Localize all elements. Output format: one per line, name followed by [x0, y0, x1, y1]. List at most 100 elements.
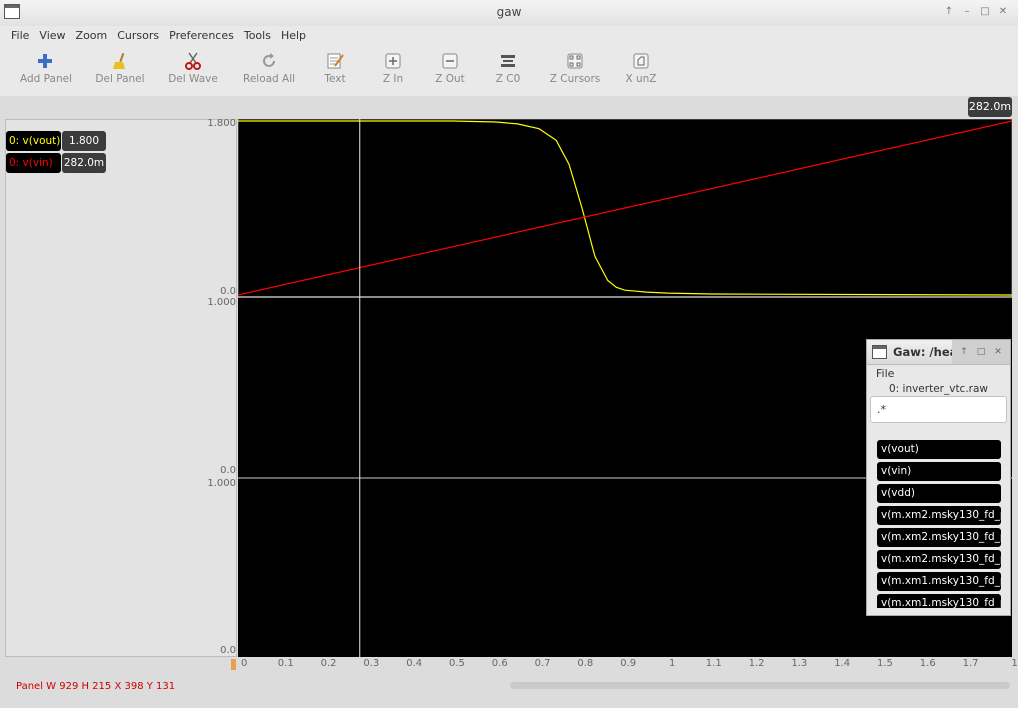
zoom-out-label: Z Out — [435, 73, 465, 85]
wave-value-vin: 282.0m — [62, 153, 106, 173]
minimize-icon[interactable]: – — [959, 5, 975, 19]
scissors-icon — [185, 52, 201, 70]
signal-item[interactable]: v(m.xm2.msky130_fd_pr — [877, 506, 1001, 525]
maximize-icon[interactable]: □ — [977, 5, 993, 19]
x-tick-label: 0.4 — [406, 658, 423, 669]
close-icon[interactable]: ✕ — [995, 5, 1011, 19]
signal-item[interactable]: v(m.xm2.msky130_fd_pr — [877, 528, 1001, 547]
zoom-in-label: Z In — [382, 73, 404, 85]
x-tick-label: 0.8 — [577, 658, 594, 669]
menu-cursors[interactable]: Cursors — [112, 26, 164, 46]
zoom-cursors-label: Z Cursors — [549, 73, 601, 85]
reload-icon — [263, 53, 275, 67]
x-tick-label: 1 — [669, 658, 676, 669]
x-tick-label: 0.7 — [534, 658, 551, 669]
x-tick-label: 1.4 — [834, 658, 851, 669]
subwindow-controls: ↑ □ ✕ — [952, 340, 1010, 364]
zoom-in-icon — [385, 53, 401, 69]
subwindow-title-bar[interactable]: Gaw: /hea ↑ □ ✕ — [867, 340, 1010, 365]
panel2-ymin-label: 0.0 — [220, 465, 236, 476]
menu-bar: File View Zoom Cursors Preferences Tools Help — [0, 26, 1018, 46]
zoom-cursors-button[interactable]: Z Cursors — [548, 52, 602, 85]
signal-item[interactable]: v(m.xm1.msky130_fd_pr — [877, 572, 1001, 591]
plus-icon — [38, 54, 52, 68]
x-tick-label: 0 — [241, 658, 248, 669]
add-panel-label: Add Panel — [20, 73, 72, 85]
panel1-ymin-label: 0.0 — [220, 286, 236, 297]
x-tick-label: 0.6 — [491, 658, 508, 669]
menu-zoom[interactable]: Zoom — [71, 26, 113, 46]
series-line-vin — [237, 120, 1013, 296]
wave-list-panel: 0: v(vout) 1.800 0: v(vin) 282.0m — [5, 119, 237, 657]
subwindow-keep-above-icon[interactable]: ↑ — [958, 346, 970, 358]
series-layer — [237, 120, 1013, 296]
x-tick-label: 1.7 — [962, 658, 979, 669]
x-tick-label: 1.1 — [705, 658, 722, 669]
subwindow-menu-file[interactable]: File — [876, 367, 894, 380]
text-button[interactable]: Text — [315, 52, 355, 85]
zoom-out-button[interactable]: Z Out — [430, 52, 470, 85]
text-label: Text — [324, 73, 346, 85]
panel1-ymax-label: 1.800 — [207, 118, 236, 129]
x-axis: 0 0.1 0.2 0.3 0.4 0.5 0.6 0.7 0.8 0.9 1 1.1 1.2 1.3 1.… — [231, 658, 1018, 672]
menu-view[interactable]: View — [34, 26, 70, 46]
signal-list: v(vout) v(vin) v(vdd) v(m.xm2.msky130_fd… — [877, 440, 1001, 608]
toolbar: Add Panel Del Panel Del Wave Reload All … — [0, 46, 1018, 96]
signal-browser-window: Gaw: /hea ↑ □ ✕ File 0: inverter_vtc.raw… — [866, 339, 1011, 616]
status-text: Panel W 929 H 215 X 398 Y 131 — [16, 681, 176, 692]
x-tick-label: 1 — [1011, 658, 1018, 669]
menu-help[interactable]: Help — [276, 26, 311, 46]
zoom-in-button[interactable]: Z In — [373, 52, 413, 85]
x-tick-label: 1.6 — [919, 658, 936, 669]
broom-icon — [113, 52, 125, 69]
x-tick-label: 0.3 — [363, 658, 380, 669]
subwindow-maximize-icon[interactable]: □ — [975, 346, 987, 358]
subwindow-close-icon[interactable]: ✕ — [992, 346, 1004, 358]
panel3-ymax-label: 1.000 — [207, 478, 236, 489]
window-title: gaw — [496, 5, 522, 19]
menu-preferences[interactable]: Preferences — [164, 26, 239, 46]
subwindow-title: Gaw: /hea — [893, 345, 958, 359]
signal-item[interactable]: v(m.xm1.msky130_fd_pr — [877, 594, 1001, 608]
x-tick-label: 0.5 — [449, 658, 465, 669]
x-tick-label: 0.9 — [620, 658, 637, 669]
menu-tools[interactable]: Tools — [239, 26, 276, 46]
wave-value-vout: 1.800 — [62, 131, 106, 151]
menu-file[interactable]: File — [6, 26, 34, 46]
signal-item[interactable]: v(vout) — [877, 440, 1001, 459]
x-unzoom-button[interactable]: X unZ — [620, 52, 662, 85]
zoom-out-icon — [442, 53, 458, 69]
add-panel-button[interactable]: Add Panel — [20, 52, 72, 85]
subwindow-app-icon — [872, 345, 887, 359]
signal-item[interactable]: v(vdd) — [877, 484, 1001, 503]
x-tick-label: 1.3 — [791, 658, 808, 669]
subwindow-filename: 0: inverter_vtc.raw — [888, 383, 989, 395]
del-panel-label: Del Panel — [95, 73, 145, 85]
signal-filter-input[interactable]: .* — [870, 396, 1007, 423]
cursor-value-badge: 282.0m — [968, 97, 1012, 117]
del-wave-button[interactable]: Del Wave — [168, 52, 218, 85]
reload-all-label: Reload All — [243, 73, 296, 85]
x-tick-label: 1.5 — [877, 658, 893, 669]
wave-button-vout[interactable]: 0: v(vout) — [6, 131, 61, 151]
text-edit-icon — [327, 53, 344, 69]
title-bar: gaw ↑ – □ ✕ — [0, 0, 1018, 27]
cursor-marker-icon[interactable] — [231, 659, 236, 670]
x-tick-label: 0.1 — [277, 658, 294, 669]
x-tick-label: 1.2 — [748, 658, 765, 669]
x-unzoom-label: X unZ — [625, 73, 657, 85]
x-tick-label: 0.2 — [320, 658, 337, 669]
zoom-cursors-icon — [567, 53, 583, 69]
reload-all-button[interactable]: Reload All — [243, 52, 295, 85]
del-panel-button[interactable]: Del Panel — [95, 52, 145, 85]
panel3-ymin-label: 0.0 — [220, 645, 236, 656]
zoom-c0-button[interactable]: Z C0 — [488, 52, 528, 85]
panel2-ymax-label: 1.000 — [207, 297, 236, 308]
zoom-c0-label: Z C0 — [495, 73, 521, 85]
wave-button-vin[interactable]: 0: v(vin) — [6, 153, 61, 173]
horizontal-scrollbar[interactable] — [510, 682, 1010, 689]
signal-item[interactable]: v(m.xm2.msky130_fd_pr — [877, 550, 1001, 569]
signal-item[interactable]: v(vin) — [877, 462, 1001, 481]
del-wave-label: Del Wave — [168, 73, 218, 85]
keep-above-icon[interactable]: ↑ — [941, 5, 957, 19]
